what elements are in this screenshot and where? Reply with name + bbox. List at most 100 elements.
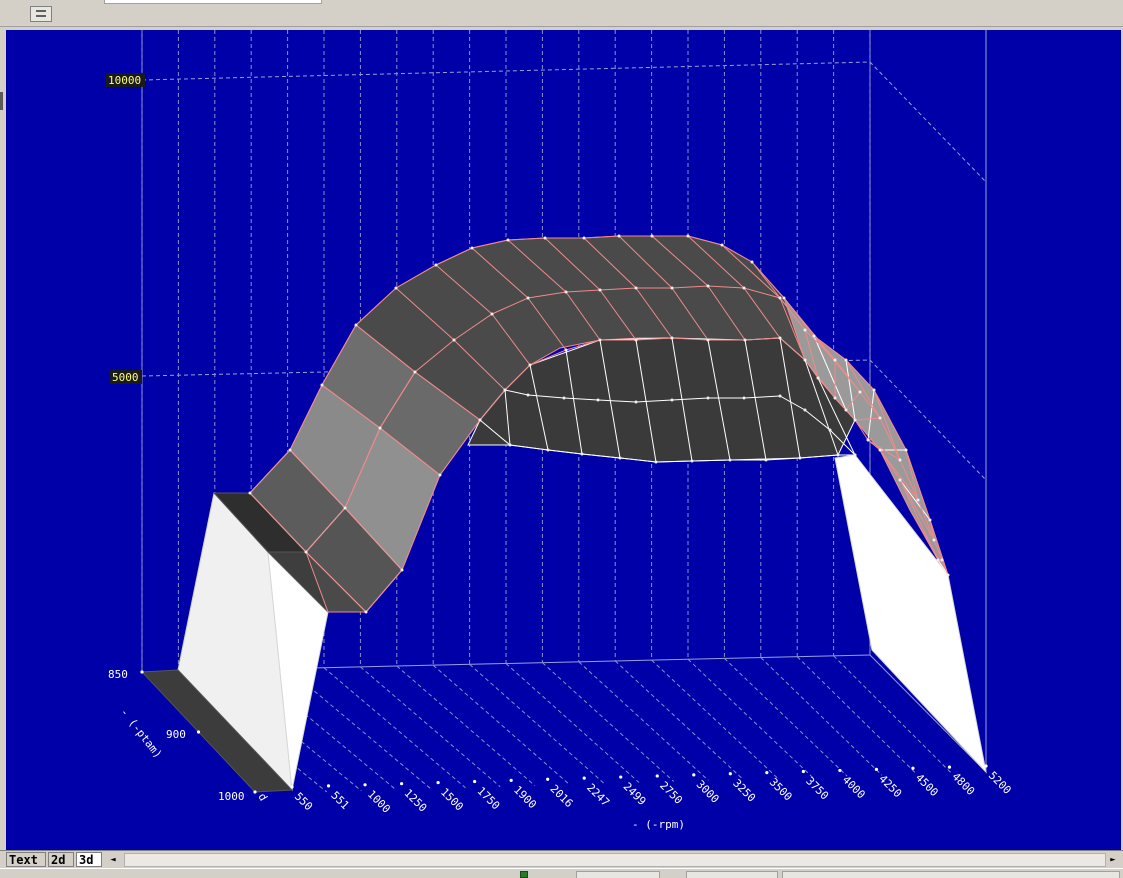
surface-vertex xyxy=(720,243,724,247)
x-tick-mark xyxy=(363,783,367,787)
surface-vertex xyxy=(670,398,674,402)
x-tick-label: 3750 xyxy=(803,774,831,802)
surface-vertex xyxy=(728,458,732,462)
plot-area[interactable]: 550 551 1000 1250 1500 1750 1900 2016 2247 2499 27… xyxy=(6,30,1121,852)
y-tick-mark xyxy=(140,670,144,674)
x-tick-label: 5200 xyxy=(986,769,1014,797)
floor-grid-line xyxy=(469,663,605,784)
tab-2d[interactable]: 2d xyxy=(48,852,74,867)
surface-vertex xyxy=(836,453,840,457)
floor-grid-line xyxy=(323,667,466,789)
surface-vertex xyxy=(750,260,754,264)
surface-vertex xyxy=(320,383,324,387)
y-tick-mark xyxy=(253,790,257,794)
surface-vertex xyxy=(526,393,530,397)
x-tick-label: 1250 xyxy=(401,787,429,815)
surface-vertex xyxy=(706,338,710,342)
x-tick-label: 551 xyxy=(328,789,351,812)
x-tick-mark xyxy=(984,764,988,768)
x-tick-label: 1000 xyxy=(365,788,393,816)
x-tick-mark xyxy=(911,766,915,770)
surface-vertex xyxy=(470,246,474,250)
top-tab-strip xyxy=(104,0,322,4)
y-axis-label: - (-ptam) xyxy=(118,706,165,761)
surface-vertex xyxy=(413,370,417,374)
x-tick-label: 4500 xyxy=(913,771,941,799)
surface-vertex xyxy=(434,263,438,267)
surface-vertex xyxy=(670,286,674,290)
surface-vertex xyxy=(452,338,456,342)
x-tick-mark xyxy=(728,772,732,776)
z-axis-ticks: 10000 5000 xyxy=(106,73,145,384)
surface-vertex xyxy=(618,456,622,460)
x-tick-mark xyxy=(290,785,294,789)
surface-vertex xyxy=(562,396,566,400)
z-tick-label: 5000 xyxy=(112,371,139,384)
surface-vertex xyxy=(654,460,658,464)
surface-vertex xyxy=(803,328,807,332)
x-tick-label: 550 xyxy=(292,790,315,813)
surface-vertex xyxy=(634,400,638,404)
surface-vertex xyxy=(503,388,507,392)
surface-vertex xyxy=(898,458,902,462)
surface-vertex xyxy=(940,558,944,562)
x-tick-mark xyxy=(765,771,769,775)
tab-text[interactable]: Text xyxy=(6,852,46,867)
x-axis-label: - (-rpm) xyxy=(632,818,685,831)
surface-vertex xyxy=(564,290,568,294)
floor-grid-line xyxy=(651,659,779,779)
floor-grid-line xyxy=(396,665,536,787)
surface-vertex xyxy=(778,394,782,398)
x-axis-ticks: 550 551 1000 1250 1500 1750 1900 2016 2247 2499 27… xyxy=(292,769,1014,816)
surface-vertex xyxy=(816,376,820,380)
floor-grid-line xyxy=(760,657,883,776)
scroll-left-arrow[interactable]: ◄ xyxy=(106,853,120,867)
x-tick-label: 4800 xyxy=(949,770,977,798)
view-tab-bar: Text 2d 3d ◄ ► xyxy=(0,850,1123,869)
y-tick-label: 850 xyxy=(108,668,128,681)
x-tick-label: 4000 xyxy=(840,773,868,801)
surface-vertex xyxy=(803,358,807,362)
tab-3d[interactable]: 3d xyxy=(76,852,102,867)
horizontal-scrollbar[interactable] xyxy=(124,853,1106,867)
surface-vertex xyxy=(828,428,832,432)
x-tick-mark xyxy=(874,767,879,771)
surface-vertex xyxy=(878,416,882,420)
surface-vertex xyxy=(288,448,292,452)
surface-vertex xyxy=(354,323,358,327)
surface-vertex xyxy=(670,336,674,340)
x-tick-label: 1750 xyxy=(475,784,503,812)
surface-vertex xyxy=(932,538,936,542)
panel-toggle-icon[interactable] xyxy=(30,6,52,22)
x-tick-mark xyxy=(655,774,659,778)
x-tick-mark xyxy=(509,778,513,782)
surface-vertex xyxy=(564,348,568,352)
x-tick-mark xyxy=(619,775,623,779)
x-tick-label: 3000 xyxy=(694,778,722,806)
x-tick-mark xyxy=(801,769,805,774)
surface-vertex xyxy=(596,398,600,402)
surface-vertex xyxy=(508,443,512,447)
x-tick-label: 1500 xyxy=(438,786,466,814)
x-tick-mark xyxy=(692,773,696,777)
surface-vertex xyxy=(650,234,654,238)
z-grid-10000 xyxy=(141,61,987,183)
surface-vertex xyxy=(478,418,482,422)
surface-chart: 550 551 1000 1250 1500 1750 1900 2016 2247 2499 27… xyxy=(106,30,1014,831)
surface-vertex xyxy=(904,448,908,452)
x-tick-mark xyxy=(838,768,842,773)
surface-vertex xyxy=(936,558,940,562)
x-tick-label: 4250 xyxy=(876,772,904,800)
x-tick-label: 2499 xyxy=(621,780,649,808)
surface-vertex xyxy=(764,458,768,462)
surface-vertex xyxy=(858,390,862,394)
floor-grid-line xyxy=(578,661,709,781)
surface-vertex xyxy=(844,358,848,362)
surface-vertex xyxy=(598,288,602,292)
surface-vertex xyxy=(580,452,584,456)
floor-grid-line xyxy=(360,666,501,788)
surface-vertex xyxy=(803,408,807,412)
scroll-right-arrow[interactable]: ► xyxy=(1106,853,1120,867)
surface-vertex xyxy=(634,286,638,290)
surface-vertex xyxy=(853,453,857,457)
